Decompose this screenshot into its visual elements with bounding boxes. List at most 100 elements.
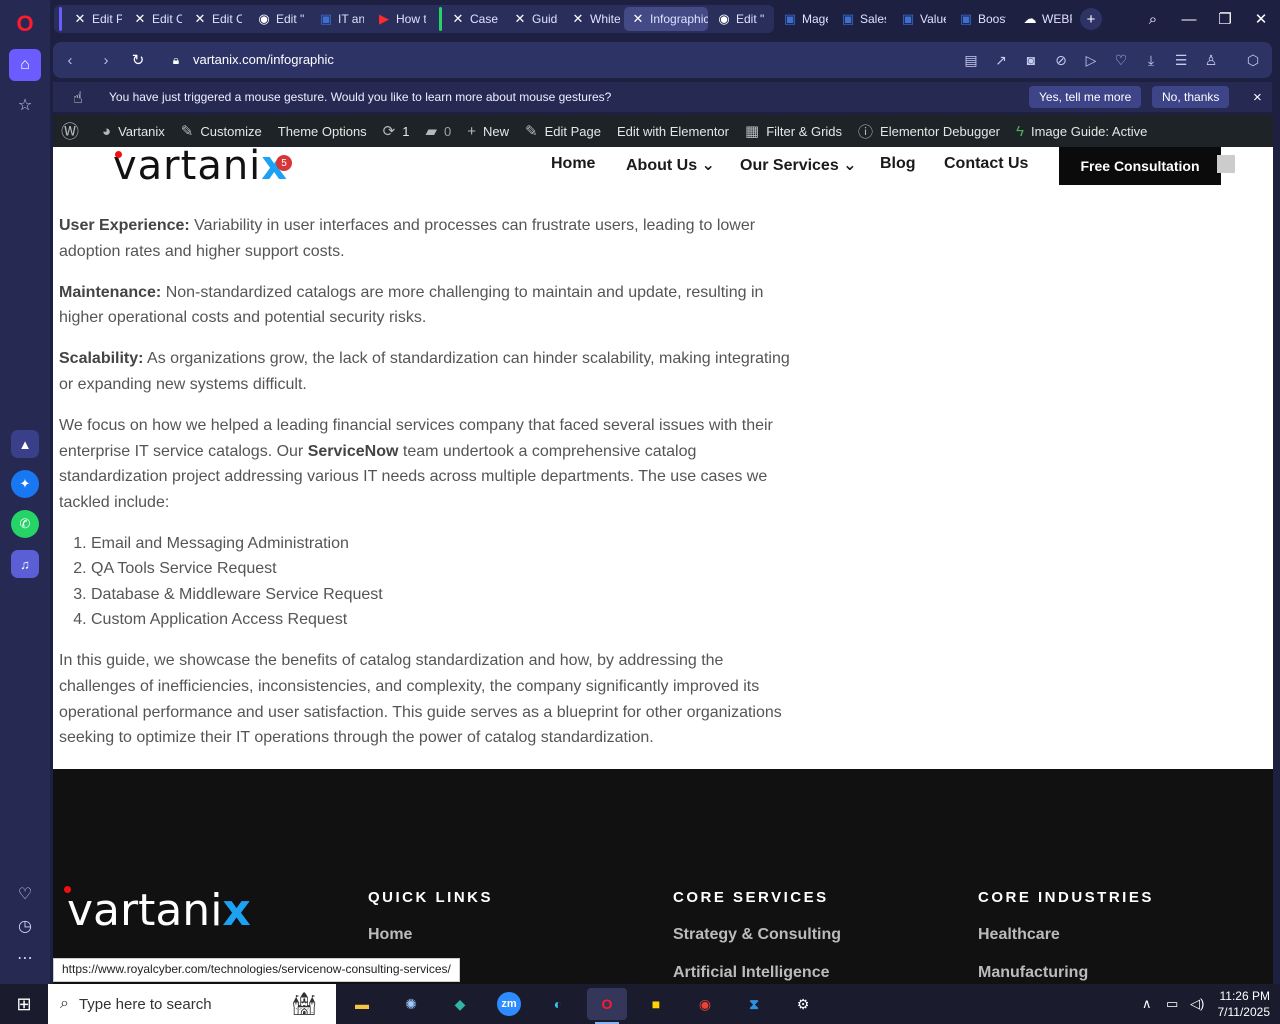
browser-tab[interactable]: ▣ Sales	[834, 7, 886, 31]
browser-tab[interactable]: ◉ Edit "	[710, 7, 766, 31]
wp-theme-options-link[interactable]: Theme Options	[278, 124, 367, 139]
heart-icon[interactable]: ♡	[9, 878, 41, 910]
yes-tell-me-more-button[interactable]: Yes, tell me more	[1029, 86, 1142, 108]
whatsapp-icon[interactable]: ✆	[11, 510, 39, 538]
free-consultation-button[interactable]: Free Consultation	[1059, 147, 1221, 185]
search-icon: ⌕	[60, 995, 69, 1012]
chrome-icon[interactable]: ◉	[685, 988, 725, 1020]
browser-tab[interactable]: ✕ Edit C	[126, 7, 182, 31]
forward-button[interactable]: ›	[95, 49, 117, 71]
opera-taskbar-icon[interactable]: O	[587, 988, 627, 1024]
app-icon[interactable]: ◆	[440, 988, 480, 1020]
browser-tab[interactable]: ▣ IT anc	[312, 7, 364, 31]
music-icon[interactable]: ♫	[11, 550, 39, 578]
home-icon[interactable]: ⌂	[9, 49, 41, 81]
taskbar-clock[interactable]: 11:26 PM 7/11/2025	[1210, 988, 1271, 1020]
restore-button[interactable]: ❐	[1214, 8, 1236, 30]
footer-link-ai[interactable]: Artificial Intelligence	[673, 964, 829, 982]
close-window-button[interactable]: ✕	[1250, 8, 1272, 30]
browser-tab[interactable]: ✕ White	[564, 7, 620, 31]
sticky-notes-icon[interactable]: ■	[636, 988, 676, 1020]
share-icon[interactable]: ↗	[991, 50, 1011, 70]
tab-favicon-icon: ▣	[319, 11, 333, 26]
browser-tab[interactable]: ✕ Infographic	[624, 7, 708, 31]
footer-link-home[interactable]: Home	[368, 926, 412, 944]
network-icon[interactable]: ▭	[1166, 996, 1178, 1012]
opera-logo-icon[interactable]: O	[9, 8, 41, 40]
nav-contact-us[interactable]: Contact Us	[944, 155, 1028, 173]
wp-elementor-debugger-link[interactable]: ⓘ Elementor Debugger	[858, 121, 1000, 142]
zoom-icon[interactable]: zm	[497, 992, 521, 1016]
reload-button[interactable]: ↻	[127, 49, 149, 71]
taskbar-search-box[interactable]: ⌕ Type here to search 🏰︎	[48, 984, 336, 1024]
messenger-icon[interactable]: ✦	[11, 470, 39, 498]
wp-filter-grids-link[interactable]: ▦ Filter & Grids	[745, 122, 842, 140]
nav-about-us[interactable]: About Us ⌄	[626, 155, 715, 175]
footer-logo[interactable]: vartanix	[64, 886, 251, 933]
site-logo[interactable]: vartanix	[113, 146, 288, 186]
dashboard-icon: ◕	[102, 122, 112, 140]
nav-blog[interactable]: Blog	[880, 155, 916, 173]
minimize-button[interactable]: —	[1178, 8, 1200, 30]
browser-tab[interactable]: ✕ Edit C	[186, 7, 242, 31]
browser-tab[interactable]: ▣ Mage	[776, 7, 828, 31]
profile-icon[interactable]: ♙	[1201, 50, 1221, 70]
browser-tab[interactable]: ☁ WEBF	[1016, 7, 1073, 31]
more-icon[interactable]: ⋯	[9, 942, 41, 974]
footer-link-strategy[interactable]: Strategy & Consulting	[673, 926, 841, 944]
reader-icon[interactable]: ▤	[961, 50, 981, 70]
file-explorer-icon[interactable]: ▬	[342, 988, 382, 1020]
tab-favicon-icon: ◉	[258, 11, 270, 26]
wp-customize-link[interactable]: ✎ Customize	[181, 122, 262, 140]
tab-label: How t	[396, 12, 426, 26]
browser-tab[interactable]: ✕ Edit P	[66, 7, 122, 31]
wp-new-link[interactable]: + New	[467, 123, 509, 140]
tab-label: Sales	[860, 12, 886, 26]
wp-edit-page-link[interactable]: ✎ Edit Page	[525, 122, 601, 140]
windows-start-button[interactable]: ⊞	[0, 984, 48, 1024]
volume-icon[interactable]: ◁)	[1190, 996, 1204, 1012]
download-icon[interactable]: ⤓	[1141, 50, 1161, 70]
history-icon[interactable]: ◷	[9, 910, 41, 942]
wordpress-logo-icon[interactable]: Ⓦ	[61, 118, 86, 144]
nav-our-services[interactable]: Our Services ⌄	[740, 155, 857, 175]
browser-tab[interactable]: ▣ Value	[894, 7, 946, 31]
wp-comments-link[interactable]: ▰ 0	[425, 122, 451, 140]
no-thanks-button[interactable]: No, thanks	[1152, 86, 1230, 108]
settings-icon[interactable]: ⚙	[783, 988, 823, 1020]
edge-icon[interactable]: ◐	[538, 988, 578, 1020]
vscode-icon[interactable]: ⧗	[734, 988, 774, 1020]
updates-icon: ⟳	[382, 123, 396, 140]
flow-icon[interactable]: ▷	[1081, 50, 1101, 70]
paint-icon[interactable]: ✺	[391, 988, 431, 1020]
tab-favicon-icon: ✕	[572, 11, 584, 26]
close-notification-button[interactable]: ×	[1243, 86, 1272, 108]
tray-chevron-icon[interactable]: ∧	[1142, 996, 1152, 1012]
search-tabs-icon[interactable]: ⌕	[1142, 8, 1164, 30]
aria-icon[interactable]: ▲	[11, 430, 39, 458]
browser-tab[interactable]: ▣ Boost	[952, 7, 1006, 31]
lock-icon[interactable]: 🔒︎	[165, 49, 187, 71]
footer-link-healthcare[interactable]: Healthcare	[978, 926, 1060, 944]
avatar[interactable]	[1217, 155, 1235, 173]
star-icon[interactable]: ☆	[9, 89, 41, 121]
footer-link-manufacturing[interactable]: Manufacturing	[978, 964, 1088, 982]
adblock-icon[interactable]: ⊘	[1051, 50, 1071, 70]
back-button[interactable]: ‹	[59, 49, 81, 71]
favorite-icon[interactable]: ♡	[1111, 50, 1131, 70]
url-field[interactable]: vartanix.com/infographic	[193, 52, 334, 67]
new-tab-button[interactable]: +	[1080, 8, 1102, 30]
browser-tab[interactable]: ◉ Edit "	[250, 7, 306, 31]
nav-home[interactable]: Home	[551, 155, 595, 173]
wp-image-guide-link[interactable]: ϟ Image Guide: Active	[1016, 123, 1147, 140]
browser-tab[interactable]: ✕ Case	[444, 7, 500, 31]
browser-tab[interactable]: ▶ How t	[370, 7, 426, 31]
address-bar: ‹ › ↻ 🔒︎ vartanix.com/infographic ▤ ↗ ◙ …	[53, 42, 1272, 78]
wp-site-link[interactable]: ◕ Vartanix	[102, 123, 165, 140]
wp-elementor-link[interactable]: Edit with Elementor	[617, 124, 729, 139]
camera-icon[interactable]: ◙	[1021, 50, 1041, 70]
browser-tab[interactable]: ✕ Guide	[506, 7, 558, 31]
wp-updates-link[interactable]: ⟳ 1	[383, 122, 410, 140]
extensions-icon[interactable]: ⬡	[1243, 50, 1263, 70]
easy-setup-icon[interactable]: ☰	[1171, 50, 1191, 70]
